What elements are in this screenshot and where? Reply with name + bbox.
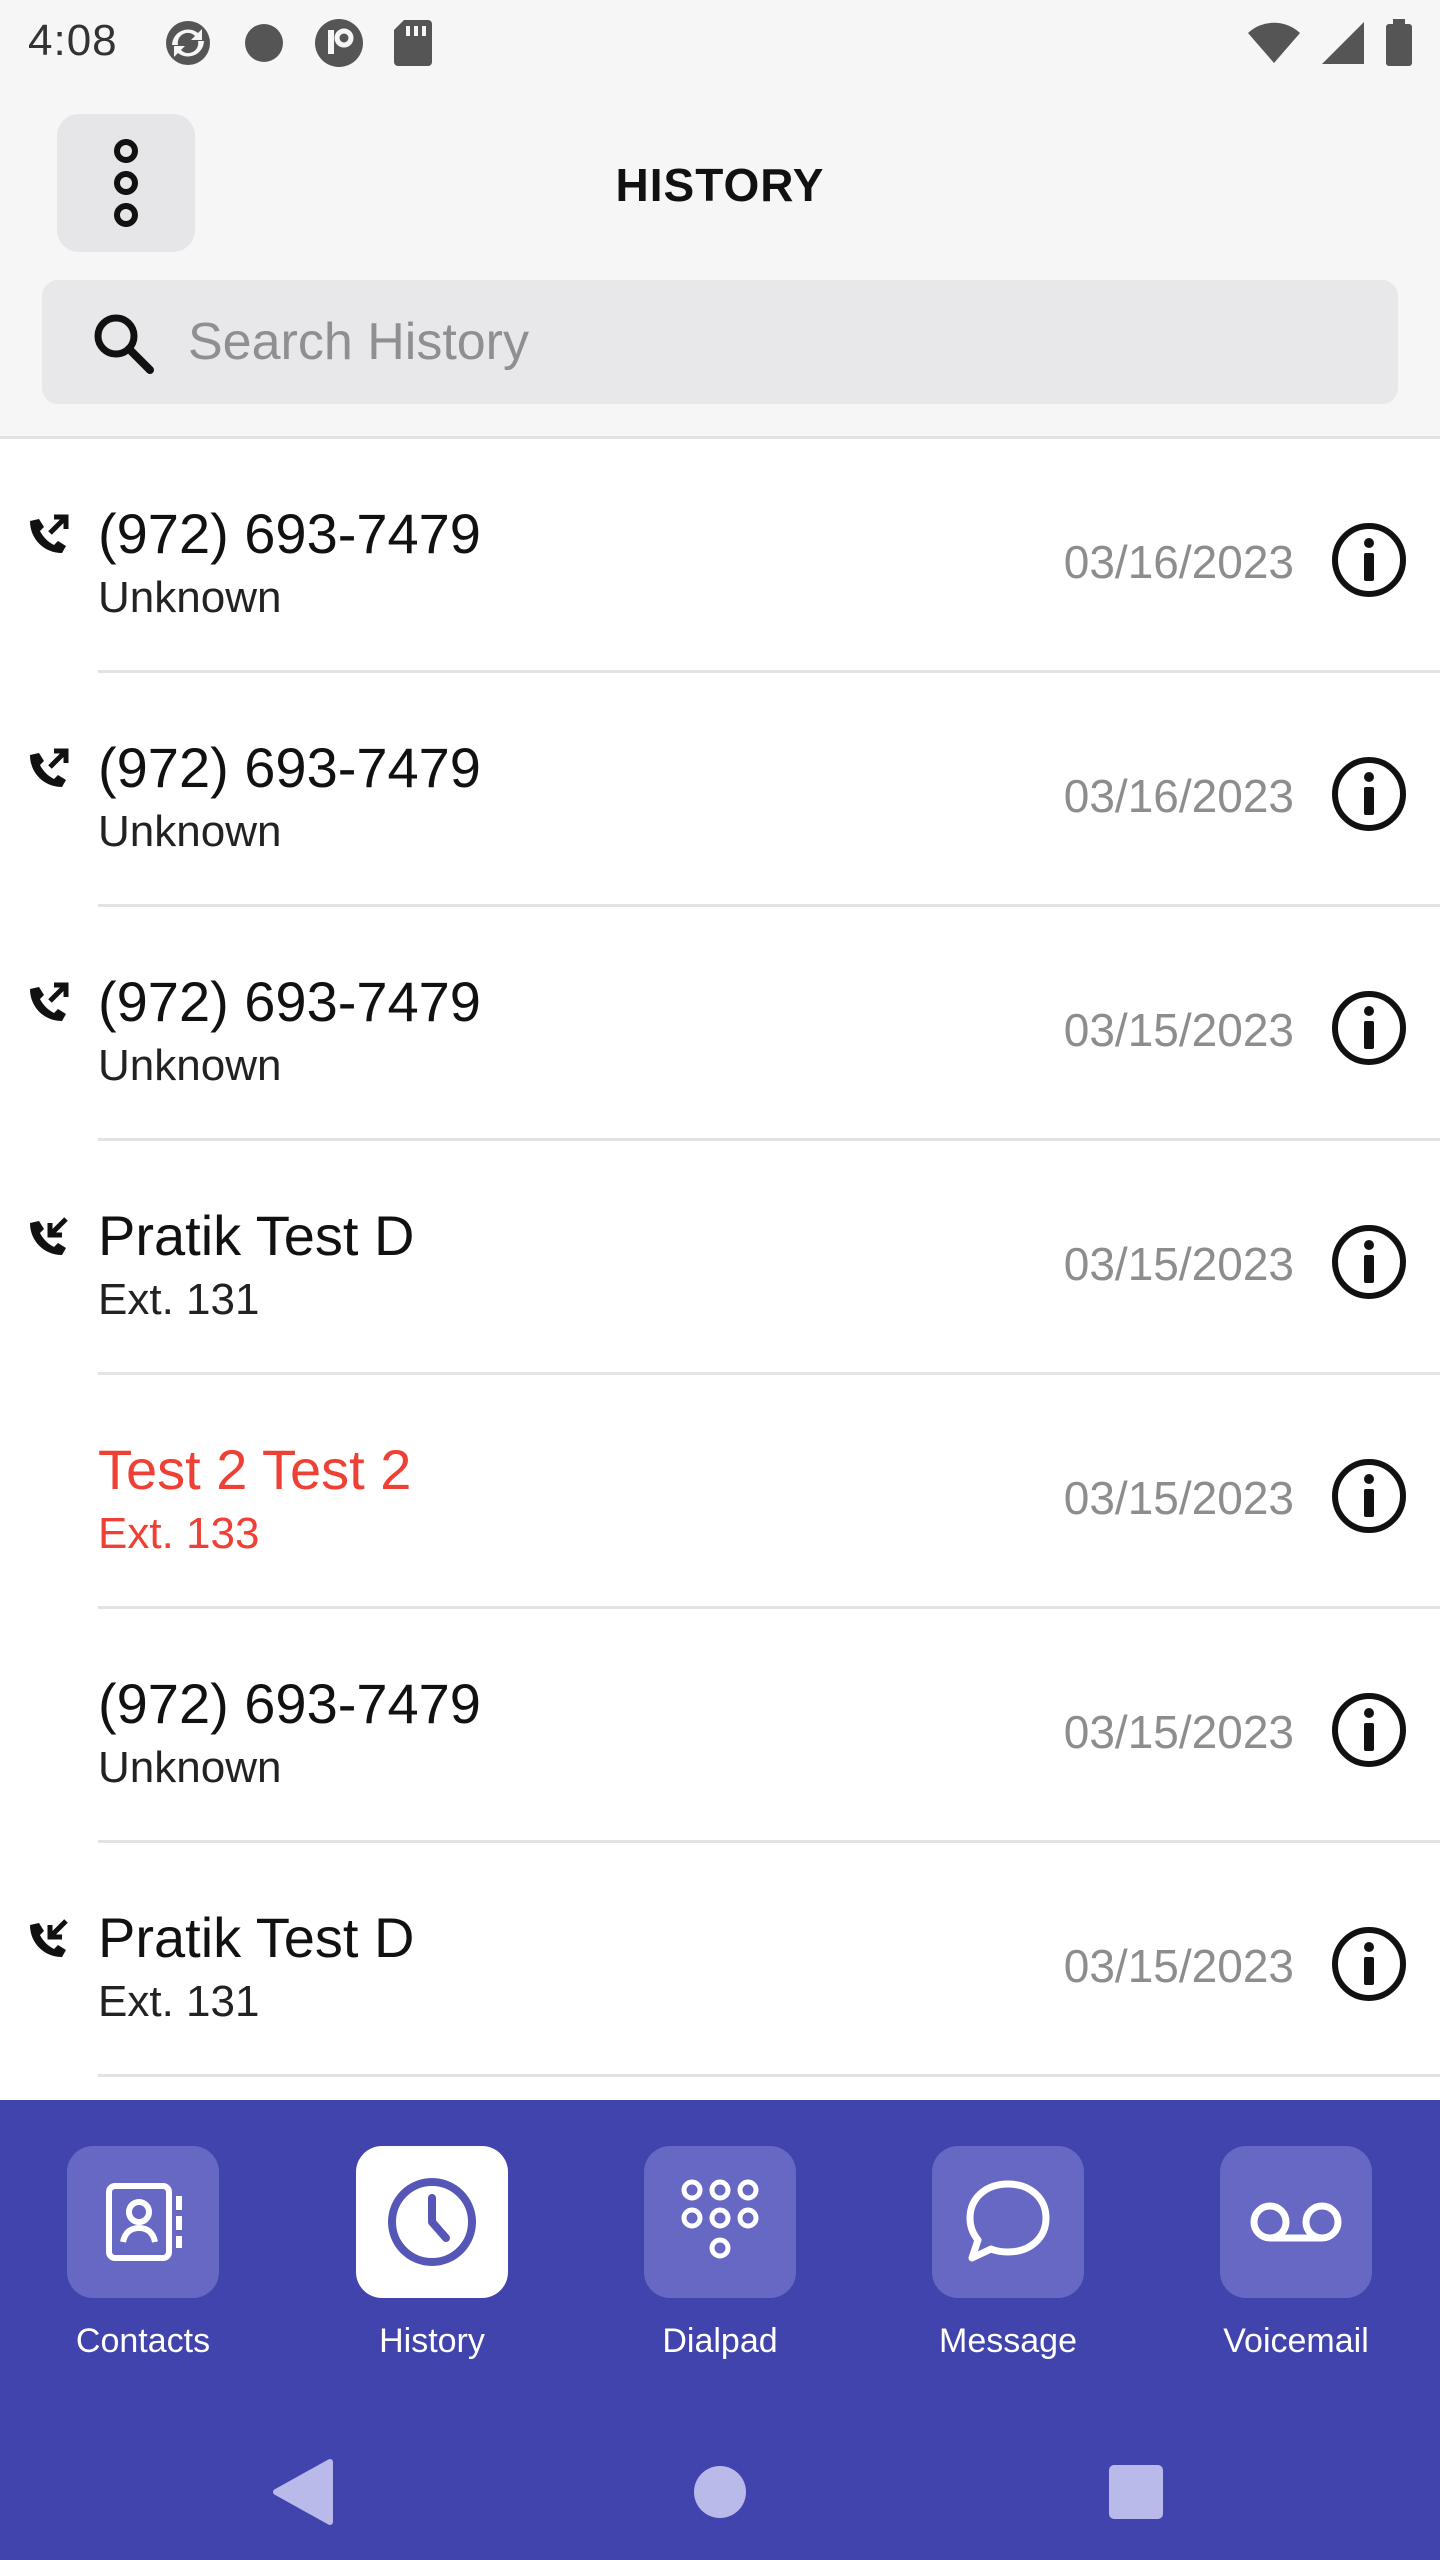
call-subtitle: Unknown <box>98 1743 282 1792</box>
nav-dialpad[interactable]: Dialpad <box>605 2146 835 2396</box>
outgoing-call-icon <box>30 982 69 1021</box>
call-date: 03/16/2023 <box>1063 770 1294 822</box>
call-row[interactable]: (972) 693-7479 Unknown 03/16/2023 <box>0 673 1440 907</box>
call-row[interactable]: (972) 693-7479 Unknown 03/15/2023 <box>0 907 1440 1141</box>
nav-tile[interactable] <box>644 2146 796 2298</box>
nav-label: Voicemail <box>1223 2322 1369 2360</box>
nav-tile[interactable] <box>932 2146 1084 2298</box>
info-icon[interactable] <box>1330 1223 1408 1301</box>
call-name: Pratik Test D <box>98 1906 415 1969</box>
nav-label: Dialpad <box>662 2322 778 2360</box>
call-row[interactable]: Test 2 Test 2 Ext. 133 03/15/2023 <box>0 1375 1440 1609</box>
call-date: 03/15/2023 <box>1063 1706 1294 1758</box>
nav-tile[interactable] <box>356 2146 508 2298</box>
signal-icon <box>1322 22 1364 64</box>
search-box[interactable] <box>42 280 1398 404</box>
status-time: 4:08 <box>28 16 118 65</box>
bottom-nav: Contacts History Dialpad Message Voicema… <box>0 2100 1440 2560</box>
call-subtitle: Unknown <box>98 573 282 622</box>
call-subtitle: Ext. 131 <box>98 1977 260 2026</box>
status-bar: 4:08 <box>0 0 1440 86</box>
nav-contacts[interactable]: Contacts <box>28 2146 258 2396</box>
info-icon[interactable] <box>1330 989 1408 1067</box>
nav-tile[interactable] <box>1220 2146 1372 2298</box>
outgoing-call-icon <box>30 748 69 787</box>
call-name: (972) 693-7479 <box>98 502 481 565</box>
call-subtitle: Unknown <box>98 807 282 856</box>
clock-icon <box>388 2178 476 2266</box>
status-icons-left <box>160 18 434 68</box>
message-icon <box>966 2180 1050 2262</box>
call-date: 03/15/2023 <box>1063 1238 1294 1290</box>
call-name: (972) 693-7479 <box>98 736 481 799</box>
page-title: HISTORY <box>615 159 825 211</box>
status-icons-right <box>1246 18 1414 68</box>
app-icon <box>315 19 363 67</box>
incoming-call-icon <box>30 1919 68 1957</box>
wifi-icon <box>1248 22 1300 63</box>
dialpad-icon <box>681 2179 759 2259</box>
dot-icon <box>245 24 283 62</box>
search-icon <box>94 314 154 374</box>
call-date: 03/15/2023 <box>1063 1472 1294 1524</box>
info-icon[interactable] <box>1330 755 1408 833</box>
home-icon[interactable] <box>694 2466 746 2518</box>
call-row[interactable]: Pratik Test D Ext. 131 03/15/2023 <box>0 1843 1440 2077</box>
call-name: Test 2 Test 2 <box>98 1438 412 1501</box>
nav-label: Contacts <box>75 2322 211 2360</box>
nav-history[interactable]: History <box>317 2146 547 2396</box>
call-name: Pratik Test D <box>98 1204 415 1267</box>
call-row[interactable]: (972) 693-7479 Unknown 03/15/2023 <box>0 1609 1440 1843</box>
call-subtitle: Ext. 131 <box>98 1275 260 1324</box>
battery-icon <box>1386 19 1412 66</box>
info-icon[interactable] <box>1330 1925 1408 2003</box>
sync-icon <box>166 21 210 65</box>
contacts-icon <box>106 2183 182 2261</box>
info-icon[interactable] <box>1330 1691 1408 1769</box>
back-icon[interactable] <box>273 2459 333 2525</box>
nav-voicemail[interactable]: Voicemail <box>1181 2146 1411 2396</box>
nav-tile[interactable] <box>67 2146 219 2298</box>
sd-card-icon <box>394 20 432 66</box>
nav-message[interactable]: Message <box>893 2146 1123 2396</box>
outgoing-call-icon <box>30 514 69 553</box>
incoming-call-icon <box>30 1217 68 1255</box>
call-date: 03/15/2023 <box>1063 1940 1294 1992</box>
call-date: 03/15/2023 <box>1063 1004 1294 1056</box>
call-date: 03/16/2023 <box>1063 536 1294 588</box>
header: HISTORY <box>0 86 1440 439</box>
call-subtitle: Unknown <box>98 1041 282 1090</box>
call-history-list: (972) 693-7479 Unknown 03/16/2023 (972) … <box>0 439 1440 2099</box>
recents-icon[interactable] <box>1109 2465 1163 2519</box>
call-name: (972) 693-7479 <box>98 1672 481 1735</box>
call-subtitle: Ext. 133 <box>98 1509 260 1558</box>
info-icon[interactable] <box>1330 521 1408 599</box>
search-input[interactable] <box>188 302 1338 382</box>
info-icon[interactable] <box>1330 1457 1408 1535</box>
nav-label: Message <box>939 2322 1077 2360</box>
system-navigation <box>273 2459 1163 2525</box>
call-row[interactable]: (972) 693-7479 Unknown 03/16/2023 <box>0 439 1440 673</box>
call-row[interactable]: Pratik Test D Ext. 131 03/15/2023 <box>0 1141 1440 1375</box>
voicemail-icon <box>1250 2202 1342 2242</box>
row-divider <box>98 2074 1440 2077</box>
nav-label: History <box>379 2322 485 2360</box>
call-name: (972) 693-7479 <box>98 970 481 1033</box>
